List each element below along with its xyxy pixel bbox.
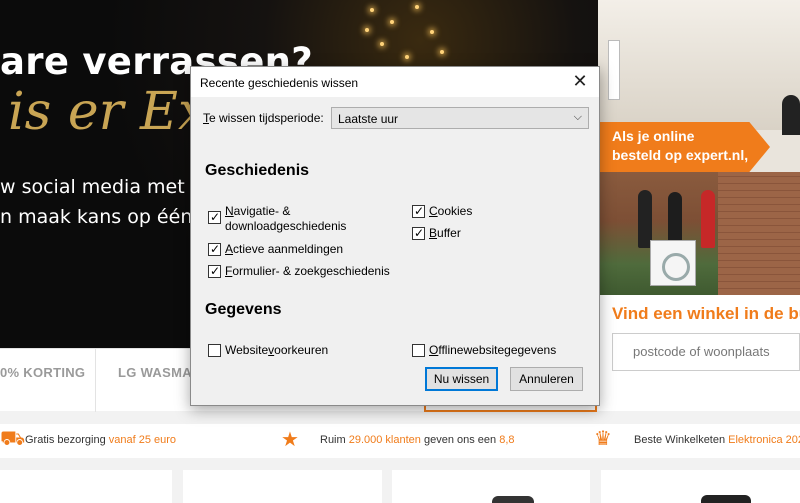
chevron-down-icon: ⌵	[573, 111, 582, 123]
cache-label: Buffer	[429, 226, 461, 241]
cache-text: uffer	[437, 226, 461, 240]
nav-divider	[95, 349, 96, 412]
usp-rating-suffix: geven ons een	[420, 434, 500, 446]
lamp-decoration	[608, 40, 620, 100]
string-lights	[360, 0, 450, 70]
clear-history-dialog: Recente geschiedenis wissen ✕ Te wissen …	[190, 66, 600, 406]
cache-checkbox[interactable]	[412, 226, 425, 240]
usp-award-text: Beste Winkelketen	[634, 434, 729, 446]
usp-award-highlight: Elektronica 2020	[728, 434, 800, 446]
store-finder: Vind een winkel in de bu postcode of woo…	[598, 295, 800, 411]
promo-banner-line-2: besteld op expert.nl,	[612, 147, 749, 163]
promo-background	[598, 0, 800, 130]
nav-item-korting[interactable]: 0% KORTING	[0, 365, 85, 380]
site-prefs-pre: Website	[225, 343, 269, 357]
person-figure	[701, 190, 715, 248]
active-logins-text: ctieve aanmeldingen	[233, 242, 344, 256]
product-card[interactable]	[392, 470, 590, 503]
product-image	[701, 495, 751, 503]
data-heading: Gegevens	[205, 301, 282, 318]
product-image	[492, 496, 534, 503]
offline-data-text: fflinewebsitegegevens	[438, 343, 557, 357]
usp-rating-text: Ruim	[320, 434, 349, 446]
active-logins-checkbox[interactable]	[208, 242, 221, 256]
usp-delivery: Gratis bezorging vanaf 25 euro	[25, 434, 176, 446]
lantern-decoration	[782, 95, 800, 135]
truck-icon: ⛟	[0, 428, 26, 450]
product-card[interactable]	[0, 470, 172, 503]
store-finder-title: Vind een winkel in de bu	[612, 304, 800, 323]
usp-delivery-text: Gratis bezorging	[25, 434, 109, 446]
time-range-label-text: e wissen tijdsperiode:	[209, 111, 324, 125]
cookies-accesskey: C	[429, 204, 438, 218]
site-preferences-checkbox[interactable]	[208, 344, 221, 357]
offline-data-accesskey: O	[429, 343, 439, 357]
promo-image[interactable]: Als je online besteld op expert.nl,	[598, 0, 800, 295]
close-icon[interactable]: ✕	[567, 71, 593, 93]
usp-delivery-highlight: vanaf 25 euro	[108, 434, 177, 446]
history-heading: Geschiedenis	[205, 162, 310, 179]
usp-rating-score: 8,8	[499, 434, 515, 446]
postcode-input[interactable]: postcode of woonplaats	[612, 333, 800, 371]
dialog-title: Recente geschiedenis wissen	[200, 76, 359, 90]
product-card[interactable]	[601, 470, 800, 503]
clear-now-button[interactable]: Nu wissen	[425, 367, 498, 391]
product-cards	[0, 470, 800, 503]
form-history-text: ormulier- & zoekgeschiedenis	[232, 264, 390, 278]
hero-line-2: n maak kans op één va	[0, 206, 222, 228]
nav-accesskey: N	[225, 204, 234, 218]
active-logins-label: Actieve aanmeldingen	[225, 242, 343, 257]
nav-item-lg-wasmachine[interactable]: LG WASMA	[118, 365, 192, 380]
navigation-history-checkbox[interactable]	[208, 210, 221, 224]
cancel-button[interactable]: Annuleren	[510, 367, 583, 391]
time-range-value: Laatste uur	[338, 112, 399, 126]
usp-rating-highlight: 29.000 klanten	[348, 434, 421, 446]
cookies-text: ookies	[437, 204, 473, 218]
product-card[interactable]	[183, 470, 382, 503]
promo-banner-line-1: Als je online	[612, 128, 695, 144]
usp-rating: Ruim 29.000 klanten geven ons een 8,8	[320, 434, 515, 446]
time-range-label: Te wissen tijdsperiode:	[203, 111, 324, 125]
site-preferences-label: Websitevoorkeuren	[225, 343, 328, 358]
usp-award: Beste Winkelketen Elektronica 2020	[634, 434, 800, 446]
navigation-history-label: Navigatie- & downloadgeschiedenis	[225, 204, 346, 234]
dialog-titlebar[interactable]: Recente geschiedenis wissen ✕	[191, 67, 599, 97]
time-range-select[interactable]: Laatste uur ⌵	[331, 107, 589, 129]
usp-bar: ⛟ Gratis bezorging vanaf 25 euro ★ Ruim …	[0, 424, 800, 458]
cookies-label: Cookies	[429, 204, 472, 219]
crown-icon: ♛	[594, 428, 612, 450]
site-prefs-rest: oorkeuren	[274, 343, 329, 357]
washing-machine	[650, 240, 696, 286]
offline-data-label: Offlinewebsitegegevens	[429, 343, 556, 358]
promo-banner: Als je online besteld op expert.nl,	[598, 122, 770, 172]
cache-accesskey: B	[429, 226, 438, 240]
nav-label-line1: avigatie- &	[233, 204, 291, 218]
form-history-checkbox[interactable]	[208, 264, 221, 278]
cookies-checkbox[interactable]	[412, 204, 425, 218]
page: are verrassen? is er Exp w social media …	[0, 0, 800, 503]
star-icon: ★	[281, 429, 299, 451]
offline-data-checkbox[interactable]	[412, 344, 425, 357]
active-logins-accesskey: A	[225, 242, 234, 256]
brick-wall	[718, 172, 800, 295]
nav-label-line2: downloadgeschiedenis	[225, 219, 347, 233]
form-history-label: Formulier- & zoekgeschiedenis	[225, 264, 390, 279]
